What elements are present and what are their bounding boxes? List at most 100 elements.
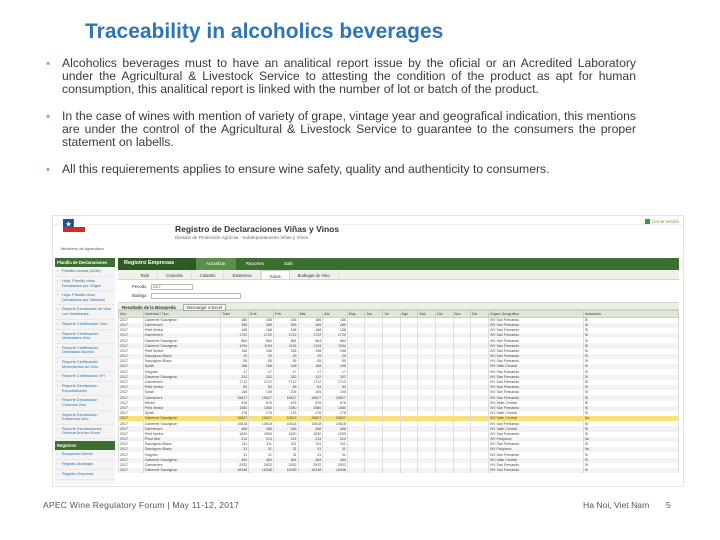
table-cell (399, 467, 419, 474)
sidebar-item[interactable]: › Reporte Certificación Movimientos de Vi… (55, 358, 115, 373)
column-header[interactable]: Abr (322, 310, 348, 318)
bullet-marker-icon: ▪ (46, 109, 51, 123)
sidebar-extra-items: › Búsqueda Cliente › Registro Bodegas › Regis… (55, 450, 115, 480)
table-cell: 16348 (297, 467, 324, 474)
sidebar-item[interactable]: › Registro Empresa (55, 470, 115, 480)
logout-icon (644, 219, 650, 225)
column-header[interactable]: Dic (470, 310, 489, 318)
column-header[interactable]: Mar (297, 310, 324, 318)
sidebar-item[interactable]: › Reporte Certificación Vino (55, 320, 115, 330)
results-bar: Resultado de la Búsqueda Descargar a Exc… (118, 302, 679, 311)
sidebar-item-label: Hoja. Planilla vinos Declarados por Vari… (62, 292, 105, 302)
column-header[interactable]: May (346, 310, 366, 318)
column-header[interactable]: Ene (248, 310, 274, 318)
sub-tab[interactable]: Existencia (224, 270, 261, 279)
sidebar-item-label: Reporte Certificación Destilados Alcohol (62, 344, 99, 355)
table-row[interactable]: 2017 Cabernet Sauvignon 16348 16348 16348 163… (118, 467, 680, 474)
tab-reportes[interactable]: Reportes (236, 258, 274, 270)
column-header[interactable]: Oct (434, 310, 454, 318)
tab-salir[interactable]: Salir (274, 258, 303, 270)
bullet-text: All this requierements applies to ensure… (62, 162, 550, 176)
bullet-list: ▪ Alcoholics beverages must to have an a… (46, 57, 636, 190)
table-cell: VIV San Fernando (487, 467, 584, 474)
table-cell: Si (582, 467, 680, 474)
chile-logo-icon (63, 219, 85, 232)
bullet-text: Alcoholics beverages must to have an ana… (62, 56, 636, 96)
main-panel: Registro Empresas Actualizar Reportes Sa… (118, 258, 680, 484)
sidebar-item-label: Reporte Declaraciones General Archivo Ex… (62, 425, 102, 436)
column-header[interactable]: Jul (382, 310, 401, 318)
sub-tab[interactable]: Catastro (192, 270, 225, 279)
column-header[interactable]: Variedad / Tipo (142, 310, 222, 318)
column-header[interactable]: Ago (399, 310, 419, 318)
sidebar-item-label: Reporte Certificados VPI (62, 373, 105, 379)
footer-event: APEC Wine Regulatory Forum | May 11-12, … (43, 500, 240, 510)
sidebar-item[interactable]: › Registro Bodegas (55, 460, 115, 470)
bullet-marker-icon: ▪ (46, 56, 51, 70)
sidebar: Planilla de Declaraciones › Planilla Cart… (55, 258, 115, 484)
page-number: 5 (666, 500, 671, 510)
periodo-select[interactable]: 2017 (150, 284, 193, 290)
sidebar-item[interactable]: › Reporte Declaración Cosecha Vino (55, 396, 115, 411)
table-cell: 16348 (272, 467, 299, 474)
sidebar-item[interactable]: › Reporte Declaración Exportaciones (55, 382, 115, 397)
sidebar-item[interactable]: › Hoja. Planilla vinos Declarados por Var… (55, 291, 115, 306)
slide-title: Traceability in alcoholics beverages (85, 20, 444, 43)
bodega-select[interactable] (150, 293, 241, 299)
sidebar-item[interactable]: › Planilla Cartola (AGM) (55, 267, 115, 277)
table-cell (434, 467, 454, 474)
sub-tab[interactable]: Guías (260, 270, 290, 279)
sidebar-item-label: Reporte Certificación Movimientos de Vin… (62, 358, 99, 369)
sub-tab[interactable]: Todo (132, 270, 159, 279)
column-header[interactable]: Nov (452, 310, 472, 318)
sidebar-item[interactable]: › Hoja. Planilla vinos Declarados por Ori… (55, 277, 115, 292)
logout-link[interactable]: Cerrar sesión (644, 219, 679, 225)
sidebar-header: Planilla de Declaraciones (55, 258, 115, 267)
registry-subtitle: División de Protección Agrícola · Subdep… (175, 235, 308, 240)
table-cell: Cabernet Sauvignon (142, 467, 222, 474)
periodo-filter: Periodo 2017 (132, 284, 193, 290)
app-bar: Registro Empresas Actualizar Reportes Sa… (118, 258, 679, 270)
table-header-row: Año Variedad / Tipo Total Ene Feb Mar Abr May Ju… (118, 310, 680, 318)
sidebar-item-label: Registro Empresa (62, 470, 94, 476)
sidebar-item[interactable]: › Reporte Certificación Variedades Vino (55, 330, 115, 344)
sidebar-item-label: Planilla Cartola (AGM) (62, 268, 101, 273)
bullet-item: ▪ All this requierements applies to ensu… (46, 163, 636, 176)
table-cell (382, 467, 401, 474)
bullet-text: In the case of wines with mention of var… (62, 109, 636, 149)
table-cell (452, 467, 472, 474)
sidebar-item[interactable]: › Reporte Declarados de Vino con Variedad… (55, 305, 115, 320)
screenshot-header: Cerrar sesión (53, 216, 683, 232)
bodega-filter: Bodega (132, 293, 241, 299)
sidebar-item[interactable]: › Reporte Certificados VPI (55, 372, 115, 383)
sidebar-item[interactable]: › Búsqueda Cliente (55, 450, 115, 460)
sidebar-items: › Planilla Cartola (AGM) › Hoja. Planilla v… (55, 267, 115, 439)
table-cell: 16348 (248, 467, 274, 474)
column-header[interactable]: Feb (272, 310, 299, 318)
column-header[interactable]: Sep (417, 310, 436, 318)
sidebar-item-label: Hoja. Planilla vinos Declarados por Orig… (62, 278, 102, 288)
filters: Periodo 2017 Bodega (118, 280, 679, 302)
table-cell (364, 467, 384, 474)
sidebar-item-label: Reporte Declaración Cosecha Vino (62, 397, 98, 407)
bullet-marker-icon: ▪ (46, 162, 51, 176)
tab-actualizar[interactable]: Actualizar (196, 258, 236, 270)
column-header[interactable]: Jun (364, 310, 384, 318)
sidebar-item[interactable]: › Reporte Declaración Existencia Vino (55, 411, 115, 425)
column-header[interactable]: Origen Geográfico (487, 310, 584, 318)
sub-tab[interactable]: Cosecha (158, 270, 192, 279)
sidebar-item[interactable]: › Reporte Declaraciones General Archivo E… (55, 425, 115, 439)
sidebar-item-label: Registro Bodegas (62, 460, 93, 466)
footer-location: Ha Noi, Viet Nam (583, 500, 650, 510)
results-label: Resultado de la Búsqueda (122, 305, 176, 310)
results-table: Año Variedad / Tipo Total Ene Feb Mar Abr May Ju… (118, 310, 680, 474)
sidebar-item-label: Reporte Declaración Existencia Vino (62, 411, 98, 422)
column-header[interactable]: Total (220, 310, 250, 318)
bullet-item: ▪ Alcoholics beverages must to have an a… (46, 57, 636, 96)
sidebar-item[interactable]: › Reporte Certificación Destilados Alcoho… (55, 344, 115, 358)
table-cell (346, 467, 366, 474)
column-header[interactable]: Año (118, 310, 144, 318)
download-excel-button[interactable]: Descargar a Excel (182, 304, 227, 311)
column-header[interactable]: Indicación (582, 310, 680, 318)
sub-tab[interactable]: Bodegas de Vino (290, 270, 339, 279)
